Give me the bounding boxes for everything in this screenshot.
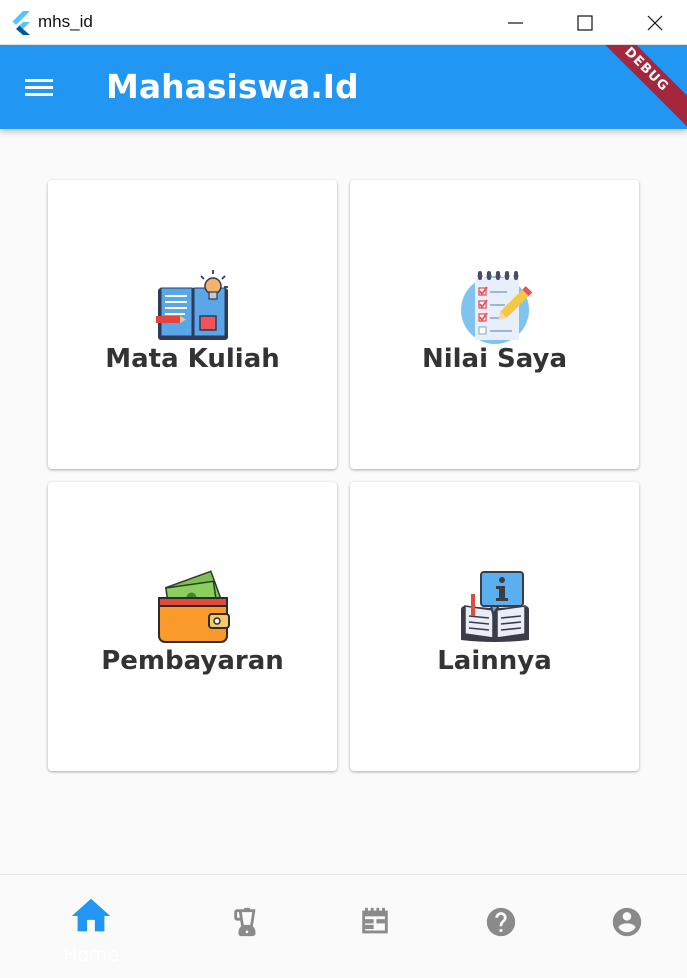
maximize-button[interactable] — [570, 8, 600, 38]
checklist-notepad-icon — [460, 271, 532, 344]
hamburger-menu-button[interactable] — [22, 72, 56, 102]
info-book-icon — [460, 571, 529, 642]
nav-item-home[interactable]: Home — [41, 875, 141, 978]
window-title: mhs_id — [38, 12, 93, 31]
menu-card-label: Lainnya — [437, 646, 552, 676]
flutter-logo-icon — [12, 11, 30, 35]
nav-label-home: Home — [62, 944, 120, 966]
account-icon — [612, 907, 642, 937]
menu-card-mata-kuliah[interactable]: Mata Kuliah — [48, 180, 337, 469]
help-icon — [486, 907, 516, 937]
calendar-table-icon — [362, 907, 388, 934]
app-bar: Mahasiswa.Id DEBUG — [0, 45, 687, 129]
app-title: Mahasiswa.Id — [106, 67, 359, 106]
menu-card-pembayaran[interactable]: Pembayaran — [48, 482, 337, 771]
bottom-navigation-bar: Home — [0, 874, 687, 977]
hamburger-icon — [25, 79, 53, 96]
nav-item-calendar[interactable] — [325, 875, 425, 978]
menu-card-nilai-saya[interactable]: Nilai Saya — [350, 180, 639, 469]
minimize-button[interactable] — [500, 8, 530, 38]
wallet-money-icon — [157, 570, 230, 643]
home-icon — [71, 898, 111, 932]
debug-banner: DEBUG — [585, 45, 687, 129]
close-icon — [647, 15, 663, 31]
book-lightbulb-icon — [155, 270, 228, 340]
nav-item-blender[interactable] — [197, 875, 297, 978]
maximize-icon — [577, 15, 593, 31]
close-button[interactable] — [640, 8, 670, 38]
menu-card-label: Mata Kuliah — [105, 344, 280, 374]
menu-card-lainnya[interactable]: Lainnya — [350, 482, 639, 771]
nav-item-help[interactable] — [451, 875, 551, 978]
menu-card-label: Pembayaran — [101, 646, 284, 676]
nav-item-account[interactable] — [577, 875, 677, 978]
menu-card-label: Nilai Saya — [421, 344, 568, 374]
window-titlebar: mhs_id — [0, 0, 687, 45]
blender-icon — [234, 907, 256, 937]
minimize-icon — [508, 22, 523, 24]
